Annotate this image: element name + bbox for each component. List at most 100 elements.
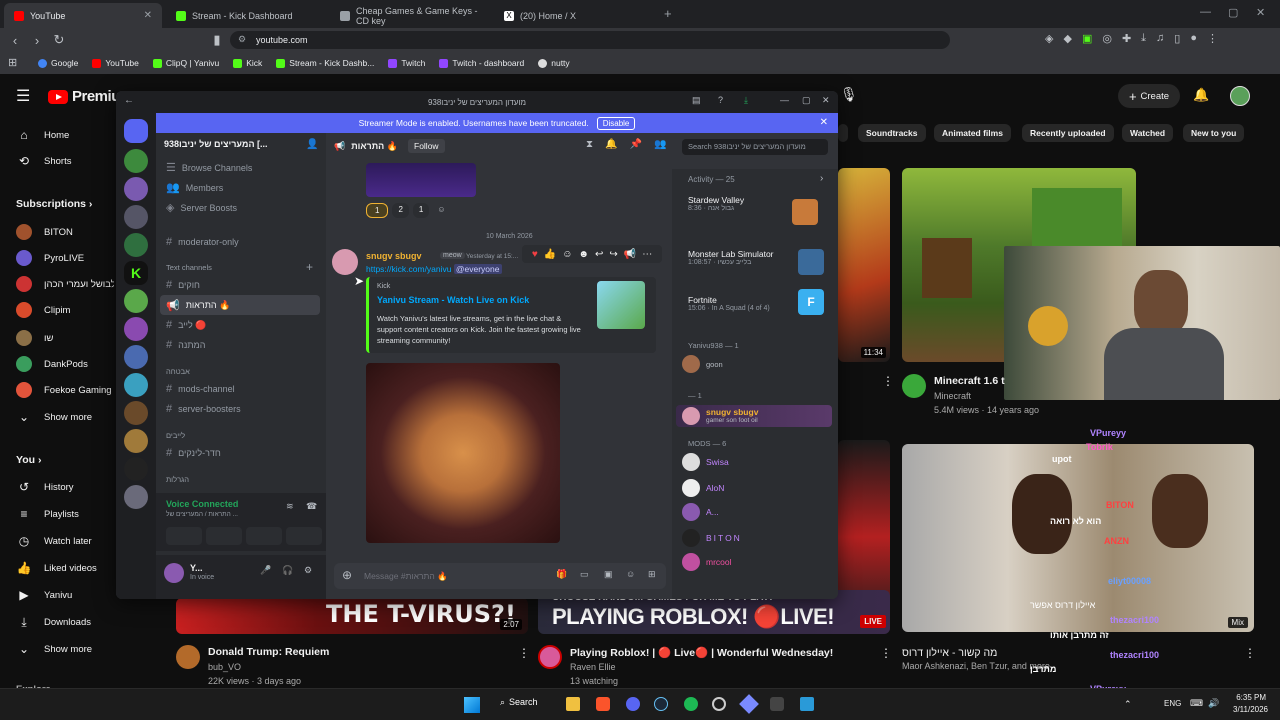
gif-icon[interactable]: ▭	[580, 569, 589, 580]
member-item[interactable]: AloN	[682, 479, 724, 497]
channel-avatar[interactable]	[902, 374, 926, 398]
server-icon[interactable]	[124, 149, 148, 173]
video-thumbnail[interactable]: 11:34	[838, 168, 890, 362]
video-channel[interactable]: bub_VO	[208, 662, 241, 672]
browse-channels[interactable]: ☰ Browse Channels	[166, 161, 252, 174]
channel-moderator-only[interactable]: # moderator-only	[166, 236, 239, 248]
more-options-icon[interactable]: ⋯	[642, 249, 652, 260]
thumbs-up-icon[interactable]: 👍	[544, 249, 556, 260]
tray-chevron-icon[interactable]: ⌃	[1124, 699, 1132, 710]
video-thumbnail-tvirus[interactable]: THE T-VIRUS?! 2:07	[176, 598, 528, 634]
profile-icon[interactable]: ●	[1190, 32, 1197, 45]
category[interactable]: הגרלות	[166, 475, 189, 484]
obs-icon[interactable]	[770, 697, 784, 711]
add-channel-icon[interactable]: +	[306, 260, 313, 274]
publish-icon[interactable]: 📢	[624, 249, 636, 260]
maximize-icon[interactable]: ▢	[1228, 6, 1238, 19]
subscription-item[interactable]: BITON	[16, 224, 73, 240]
maximize-icon[interactable]: ▢	[802, 95, 811, 106]
member-item[interactable]: mrcool	[682, 553, 732, 571]
you-heading[interactable]: You ›	[16, 454, 41, 466]
channel-rules[interactable]: # חוקים	[166, 279, 200, 291]
language-indicator[interactable]: ENG	[1164, 699, 1181, 708]
sidebar-item-downloads[interactable]: ⤓ Downloads	[16, 615, 91, 629]
pin-icon[interactable]: 📌	[629, 139, 641, 150]
extensions-puzzle-icon[interactable]: ✚	[1122, 32, 1131, 45]
close-tab-icon[interactable]: ✕	[144, 10, 152, 21]
minimize-icon[interactable]: —	[780, 95, 789, 105]
server-icon[interactable]	[124, 429, 148, 453]
chip-partial[interactable]	[838, 124, 848, 142]
member-list-icon[interactable]: 👥	[654, 139, 666, 150]
bookmark-google[interactable]: Google	[38, 58, 78, 68]
heart-icon[interactable]: ♥	[532, 249, 538, 260]
more-options-icon[interactable]: ⋮	[518, 646, 530, 660]
search-input[interactable]: Search מועדון המעריצים של יניבו938	[682, 139, 828, 155]
members-link[interactable]: 👥 Members	[166, 181, 223, 194]
spotify-icon[interactable]	[684, 697, 698, 711]
subscription-item[interactable]: DankPods	[16, 356, 88, 372]
app-icon[interactable]	[800, 697, 814, 711]
bookmark-nutty[interactable]: nutty	[538, 58, 570, 68]
taskbar-search[interactable]: ⌕ Search	[500, 697, 538, 708]
extension-icon[interactable]: ▣	[1082, 32, 1092, 45]
chip-animated-films[interactable]: Animated films	[934, 124, 1011, 142]
member-item[interactable]: BITON	[682, 529, 742, 547]
add-friend-icon[interactable]: 👤	[306, 139, 318, 150]
server-icon[interactable]	[124, 373, 148, 397]
sidebar-item-shorts[interactable]: ⟲ Shorts	[16, 154, 72, 168]
file-explorer-icon[interactable]	[566, 697, 580, 711]
app-icon[interactable]	[739, 694, 759, 714]
volume-icon[interactable]: 🔊	[1208, 698, 1219, 709]
extension-icon[interactable]: ◈	[1045, 32, 1053, 45]
more-options-icon[interactable]: ⋮	[880, 646, 892, 660]
emoji-icon[interactable]: ☺	[562, 249, 572, 260]
app-icon[interactable]	[712, 697, 726, 711]
download-icon[interactable]: ⤓	[744, 95, 748, 106]
bookmark-twitch-dashboard[interactable]: Twitch - dashboard	[439, 58, 524, 68]
forward-icon[interactable]: ↪	[609, 249, 617, 260]
discord-taskbar-icon[interactable]	[626, 697, 640, 711]
chevron-right-icon[interactable]: ›	[820, 173, 823, 184]
embed-title[interactable]: Yanivu Stream - Watch Live on Kick	[377, 295, 529, 305]
inbox-icon[interactable]: ▤	[692, 95, 701, 106]
video-channel[interactable]: Raven Ellie	[570, 662, 616, 672]
extension-icon[interactable]: ◆	[1063, 32, 1071, 45]
channel-links[interactable]: # חדר-לינקים	[166, 447, 221, 459]
sidebar-item-home[interactable]: ⌂ Home	[16, 128, 69, 142]
chip-watched[interactable]: Watched	[1122, 124, 1174, 142]
notification-bell-icon[interactable]: 🔔	[605, 139, 617, 150]
bookmark-kick-dashboard[interactable]: Stream - Kick Dashb...	[276, 58, 374, 68]
user-avatar[interactable]	[1230, 86, 1250, 106]
steam-icon[interactable]	[654, 697, 668, 711]
close-window-icon[interactable]: ✕	[1256, 6, 1265, 19]
video-title[interactable]: Minecraft 1.6 t	[934, 375, 1005, 387]
reaction[interactable]: 1	[366, 203, 389, 218]
video-title[interactable]: Playing Roblox! | 🔴 Live🔴 | Wonderful We…	[570, 646, 833, 659]
clock-time[interactable]: 6:35 PM	[1230, 693, 1266, 702]
disconnect-icon[interactable]: ☎	[306, 501, 317, 512]
author-avatar[interactable]	[332, 249, 358, 275]
member-item[interactable]: Swisa	[682, 453, 729, 471]
message-author[interactable]: snugv sbugv	[366, 251, 422, 261]
server-icon[interactable]	[124, 345, 148, 369]
tab-youtube[interactable]: YouTube ✕	[4, 3, 162, 28]
add-reaction-icon[interactable]: ☺	[433, 203, 449, 218]
create-button[interactable]: + Create	[1118, 84, 1180, 108]
chip-soundtracks[interactable]: Soundtracks	[858, 124, 926, 142]
brave-browser-icon[interactable]	[596, 697, 610, 711]
member-item[interactable]: goon	[682, 355, 723, 373]
new-tab-icon[interactable]: +	[664, 6, 672, 21]
sidebar-item-yanivu[interactable]: ▶ Yanivu	[16, 588, 72, 602]
subscriptions-heading[interactable]: Subscriptions ›	[16, 198, 92, 210]
sidebar-item-liked-videos[interactable]: 👍 Liked videos	[16, 561, 97, 575]
subscription-item[interactable]: השולבושל ועמרי הכהן	[16, 276, 114, 292]
server-icon[interactable]	[124, 233, 148, 257]
channel-avatar[interactable]	[176, 645, 200, 669]
media-icon[interactable]: ♫	[1156, 32, 1164, 45]
video-title[interactable]: Donald Trump: Requiem	[208, 646, 329, 658]
emoji-icon[interactable]: ☺	[626, 569, 635, 579]
noise-icon[interactable]: ≋	[286, 501, 294, 512]
minimize-icon[interactable]: —	[1200, 6, 1211, 18]
embed-thumbnail[interactable]	[597, 281, 645, 329]
